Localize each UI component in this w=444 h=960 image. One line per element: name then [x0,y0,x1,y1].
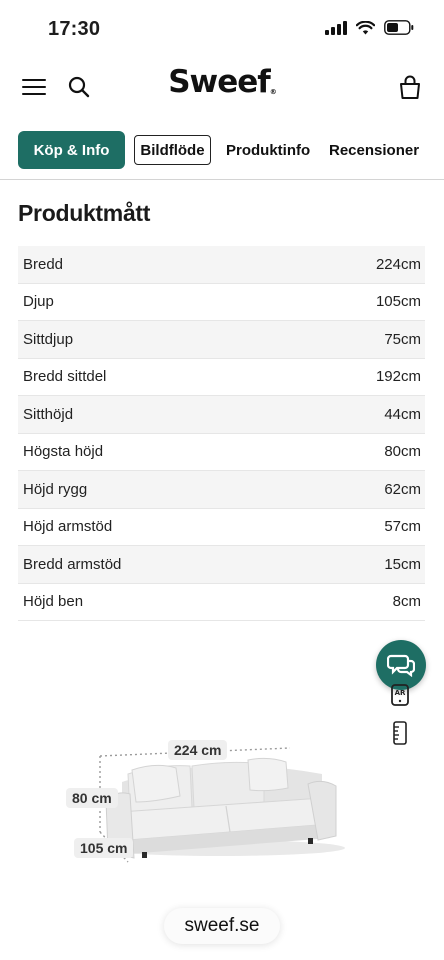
dimension-label: Bredd sittdel [23,368,107,386]
dimension-label: Höjd armstöd [23,518,113,536]
tab-recensioner[interactable]: Recensioner [329,131,419,169]
dimension-value: 62cm [384,480,421,498]
logo-text: Sweef [168,64,271,100]
dimension-value: 105cm [375,293,421,311]
chat-button[interactable] [376,640,426,690]
dimension-value: 8cm [392,593,421,611]
divider [0,179,444,180]
dimension-value: 15cm [384,555,421,573]
dimension-label: Bredd [23,255,64,273]
dimension-value: 44cm [384,405,421,423]
shopping-bag-icon[interactable] [398,74,422,100]
table-row: Högsta höjd 80cm [18,433,425,471]
table-row: Bredd armstöd 15cm [18,546,425,584]
sweef-logo[interactable]: Sweef® [0,64,444,100]
dimension-label: Sittdjup [23,330,74,348]
dimension-value: 57cm [384,518,421,536]
height-label: 80 cm [66,788,118,808]
dimension-label: Bredd armstöd [23,555,122,573]
status-time: 17:30 [48,18,101,40]
registered-mark: ® [269,88,277,96]
wifi-icon [356,20,375,34]
dimension-value: 192cm [375,368,421,386]
table-row: Bredd 224cm [18,246,425,284]
dimension-value: 75cm [384,330,421,348]
ar-icon[interactable]: AR [390,684,410,706]
url-bar[interactable]: sweef.se [164,908,280,944]
width-label: 224 cm [168,740,228,760]
table-row: Höjd rygg 62cm [18,471,425,509]
product-tabs: Köp & Info Bildflöde Produktinfo Recensi… [0,128,444,172]
table-row: Höjd ben 8cm [18,583,425,621]
table-row: Bredd sittdel 192cm [18,358,425,396]
battery-icon [384,20,414,35]
status-bar: 17:30 [0,0,444,56]
table-row: Djup 105cm [18,283,425,321]
tab-kop-info[interactable]: Köp & Info [18,131,125,169]
table-row: Sitthöjd 44cm [18,396,425,434]
table-row: Höjd armstöd 57cm [18,508,425,546]
tab-bildflode[interactable]: Bildflöde [134,135,211,165]
dimension-label: Höjd ben [23,593,84,611]
dimension-value: 224cm [375,255,421,273]
dimension-table: Bredd 224cm Djup 105cm Sittdjup 75cm Bredd … [18,246,425,621]
chat-icon [387,654,415,677]
section-title: Produktmått [18,200,151,226]
depth-label: 105 cm [74,838,134,858]
dimension-label: Högsta höjd [23,443,104,461]
dimension-label: Djup [23,293,54,311]
dimension-value: 80cm [384,443,421,461]
ruler-icon[interactable] [393,721,407,745]
status-icons [325,20,414,35]
tab-produktinfo[interactable]: Produktinfo [226,131,310,169]
dimension-label: Höjd rygg [23,480,88,498]
signal-icon [325,20,347,35]
table-row: Sittdjup 75cm [18,321,425,359]
svg-text:AR: AR [395,689,406,697]
dimension-label: Sitthöjd [23,405,74,423]
site-header: Sweef® [0,60,444,112]
sofa-dimension-illustration: 224 cm 80 cm 105 cm [60,740,350,870]
